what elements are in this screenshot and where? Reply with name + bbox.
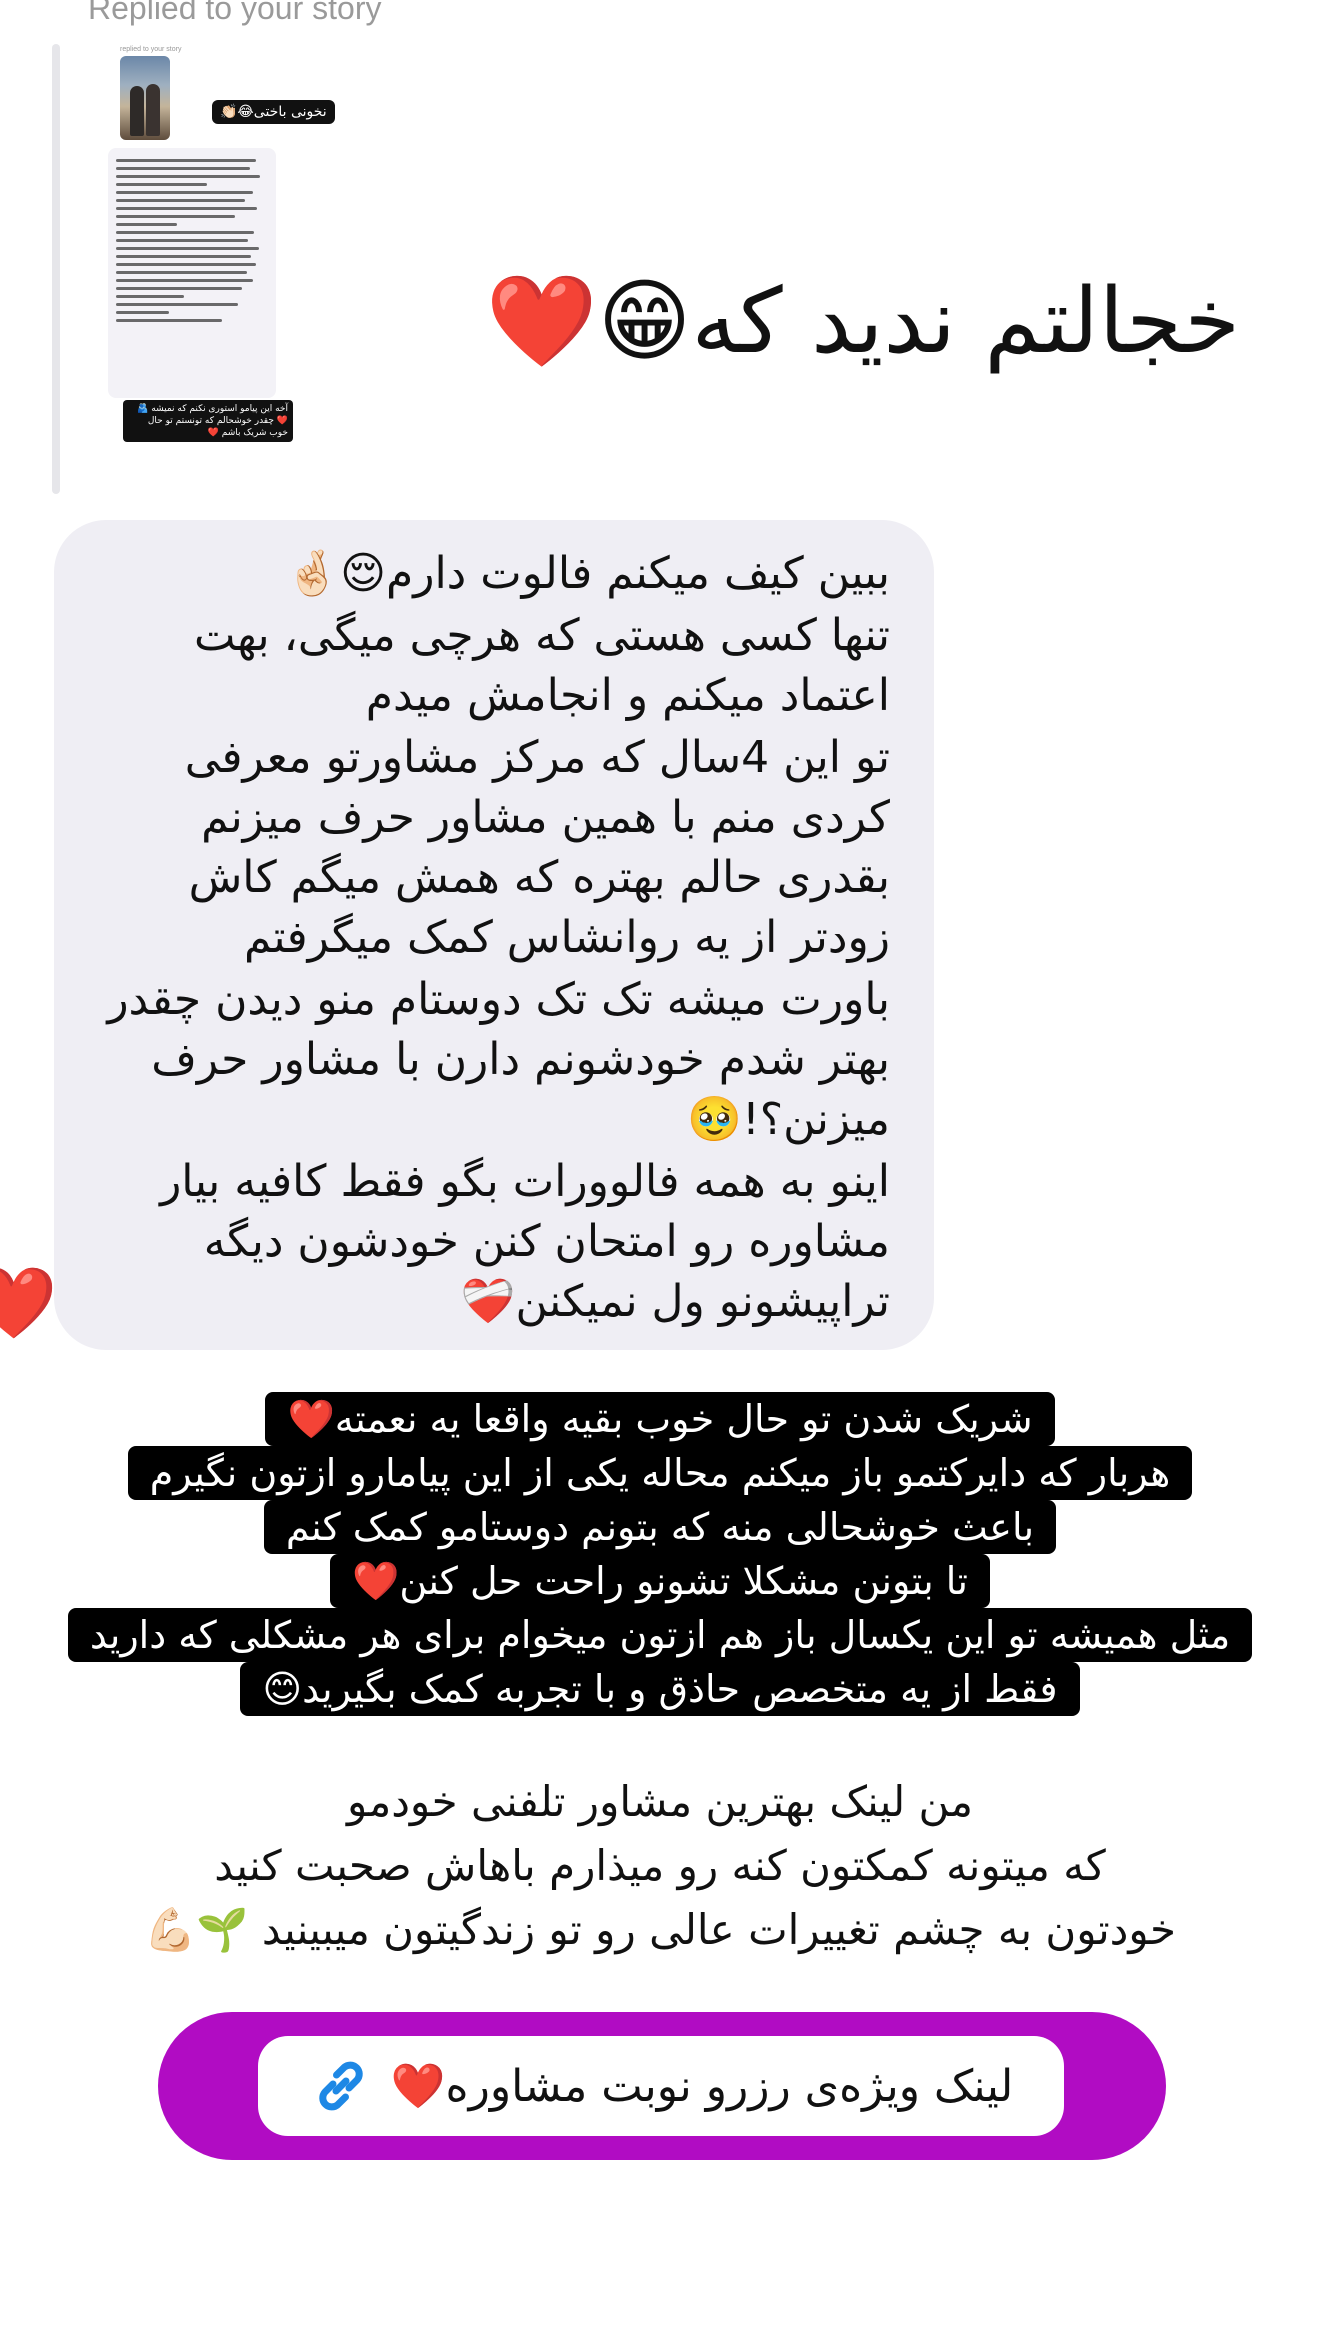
- highlight-line: فقط از یه متخصص حاذق و با تجربه کمک بگیر…: [240, 1662, 1080, 1716]
- booking-link-button[interactable]: لینک ویژه‌ی رزرو نوبت مشاوره❤️: [258, 2036, 1064, 2136]
- message-paragraph: باورت میشه تک تک دوستام منو دیدن چقدر به…: [107, 974, 890, 1145]
- photo-person: [146, 84, 160, 136]
- heart-reaction-icon[interactable]: ❤️: [0, 1268, 57, 1338]
- story-preview[interactable]: replied to your story نخونی باختی😂👏🏻 آخه…: [90, 40, 340, 445]
- message-text: ببین کیف میکنم فالوت دارم😌🤞🏻 تنها کسی هس…: [54, 544, 934, 1332]
- story-highlight-text: شریک شدن تو حال خوب بقیه واقعا یه نعمته❤…: [0, 1392, 1320, 1716]
- story-plain-text: من لینک بهترین مشاور تلفنی خودمو که میتو…: [0, 1770, 1320, 1962]
- story-caption: آخه این پیامو استوری نکنم که نمیشه 🫂❤️ چ…: [123, 400, 293, 442]
- highlight-line: شریک شدن تو حال خوب بقیه واقعا یه نعمته❤…: [265, 1392, 1055, 1446]
- story-tag: نخونی باختی😂👏🏻: [212, 100, 335, 124]
- reply-message: خجالتم ندید که😁❤️: [485, 269, 1240, 374]
- plain-line: من لینک بهترین مشاور تلفنی خودمو: [347, 1777, 973, 1826]
- link-icon: [319, 2061, 363, 2111]
- photo-person: [130, 86, 144, 136]
- reply-thread-bar: [52, 44, 60, 494]
- story-chat-screenshot: [108, 148, 276, 398]
- highlight-line: مثل همیشه تو این یکسال باز هم ازتون میخو…: [67, 1608, 1253, 1662]
- dm-screen: Replied to your story replied to your st…: [0, 0, 1320, 2346]
- plain-line: خودتون به چشم تغییرات عالی رو تو زندگیتو…: [143, 1905, 1177, 1954]
- booking-link-label: لینک ویژه‌ی رزرو نوبت مشاوره❤️: [390, 2061, 1014, 2112]
- highlight-line: هربار که دایرکتمو باز میکنم محاله یکی از…: [127, 1446, 1193, 1500]
- story-preview-header: replied to your story: [120, 46, 182, 53]
- message-paragraph: تنها کسی هستی که هرچی میگی، بهت اعتماد م…: [193, 610, 890, 721]
- highlight-line: تا بتونن مشکلا تشونو راحت حل کنن❤️: [330, 1554, 990, 1608]
- story-photo: [120, 56, 170, 140]
- message-paragraph: تو این 4سال که مرکز مشاورتو معرفی کردی م…: [184, 732, 890, 963]
- message-paragraph: ببین کیف میکنم فالوت دارم😌🤞🏻: [285, 548, 890, 599]
- highlight-line: باعث خوشحالی منه که بتونم دوستامو کمک کن…: [263, 1500, 1057, 1554]
- message-paragraph: اینو به همه فالوورات بگو فقط کافیه بیار …: [160, 1156, 890, 1327]
- replied-to-story-label: Replied to your story: [88, 0, 382, 26]
- plain-line: که میتونه کمکتون کنه رو میذارم باهاش صحب…: [214, 1841, 1106, 1890]
